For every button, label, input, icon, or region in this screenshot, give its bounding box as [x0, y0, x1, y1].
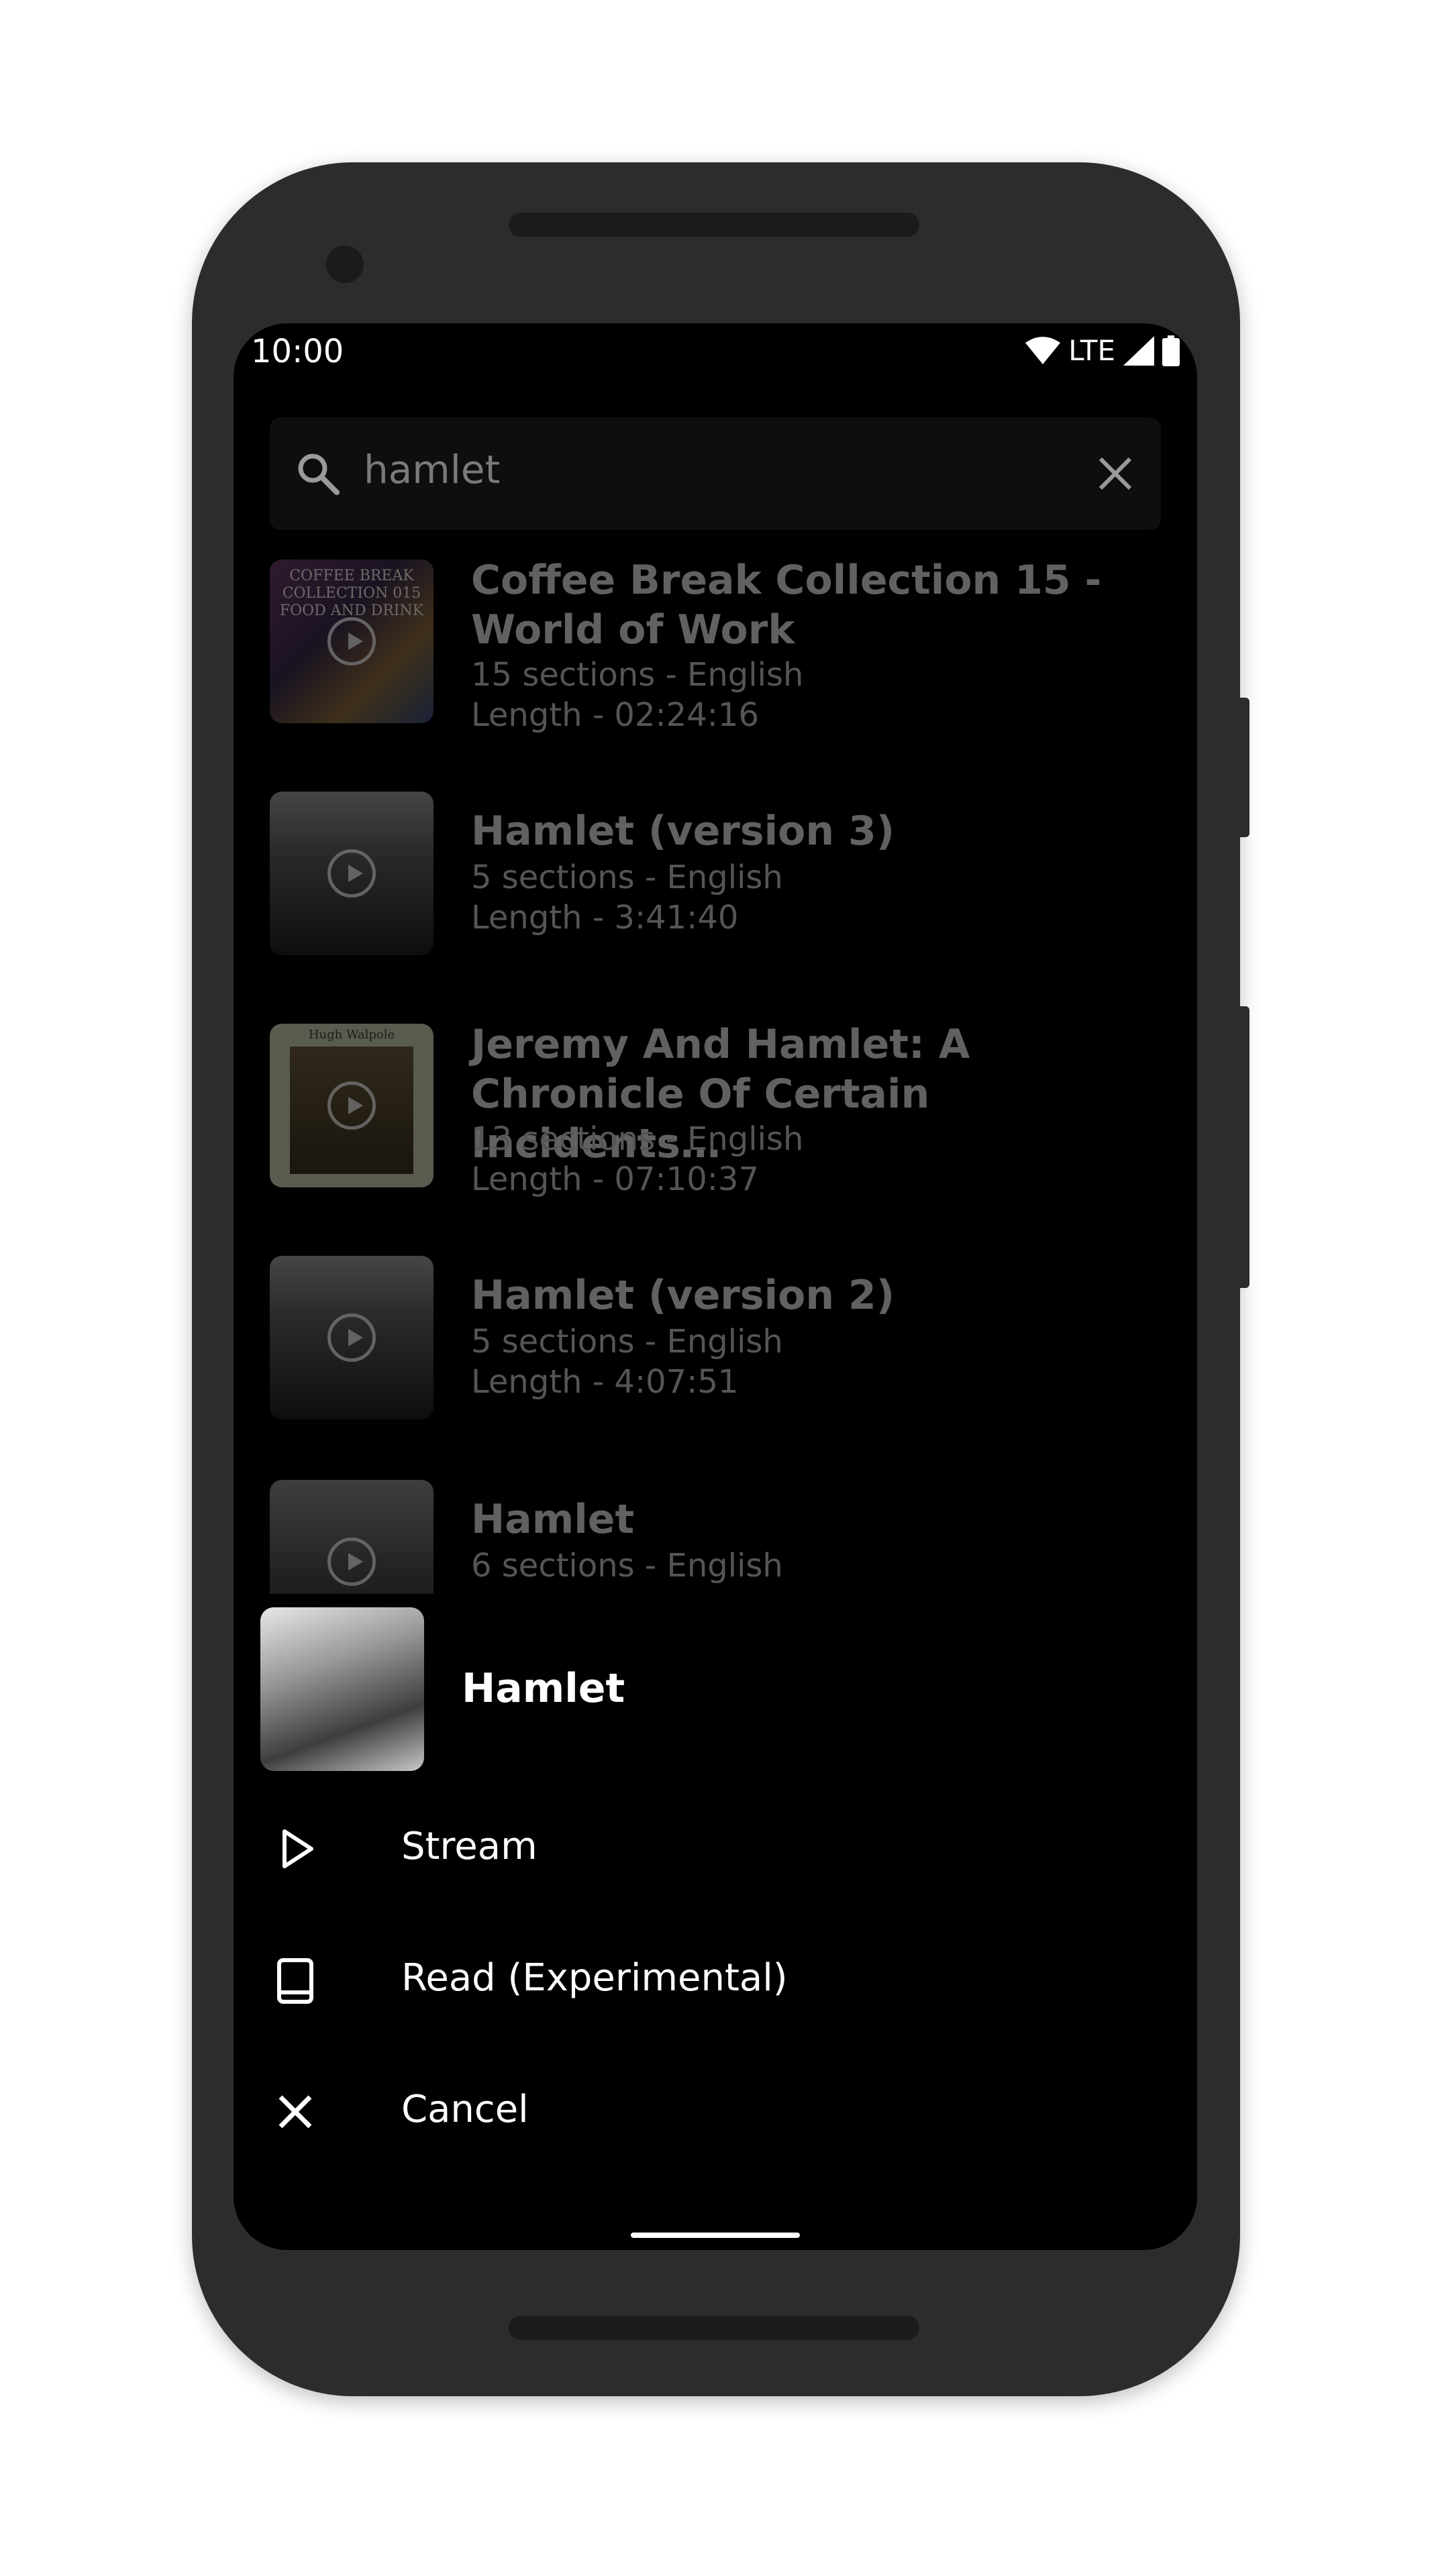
search-icon [298, 453, 340, 495]
status-bar: 10:00 LTE [234, 323, 1197, 377]
play-outline-icon [283, 1829, 313, 1868]
search-input[interactable]: hamlet [364, 447, 500, 492]
sheet-cover-thumbnail [260, 1607, 424, 1771]
clear-search-icon[interactable] [1094, 452, 1137, 495]
item-sections: 13 sections - English [471, 1120, 804, 1158]
battery-icon [1162, 335, 1180, 366]
volume-button [1239, 1006, 1249, 1288]
item-title: Hamlet (version 3) [471, 808, 895, 855]
read-label: Read (Experimental) [401, 1956, 788, 2000]
search-bar[interactable]: hamlet [270, 417, 1161, 530]
item-title: Hamlet (version 2) [471, 1272, 895, 1319]
item-title: Hamlet [471, 1496, 635, 1543]
item-length: Length - 07:10:37 [471, 1161, 759, 1198]
read-option[interactable]: Read (Experimental) [234, 1920, 1197, 2041]
cover-thumbnail: COFFEE BREAK COLLECTION 015 FOOD AND DRI… [270, 559, 433, 723]
play-overlay-icon [327, 1081, 376, 1130]
stream-option[interactable]: Stream [234, 1788, 1197, 1909]
item-title-line2: World of Work [471, 606, 795, 653]
item-title-line1: Jeremy And Hamlet: A [471, 1021, 970, 1068]
signal-icon [1123, 335, 1154, 366]
status-icons: LTE [1025, 334, 1180, 367]
wifi-icon [1025, 336, 1061, 364]
sheet-title: Hamlet [462, 1665, 625, 1712]
item-title: Coffee Break Collection 15 - World of Wo… [471, 555, 1169, 655]
item-sections: 5 sections - English [471, 1323, 783, 1360]
play-overlay-icon [327, 617, 376, 665]
results-list: COFFEE BREAK COLLECTION 015 FOOD AND DRI… [234, 545, 1197, 1594]
status-time: 10:00 [251, 333, 344, 370]
earpiece-speaker [509, 213, 919, 237]
item-sections: 5 sections - English [471, 859, 783, 896]
cancel-label: Cancel [401, 2088, 529, 2131]
bottom-sheet: Hamlet Stream Read (Experimental) Cancel [234, 1594, 1197, 2250]
cover-thumbnail [270, 792, 433, 955]
front-camera [326, 246, 364, 283]
item-title-line1: Coffee Break Collection 15 - [471, 557, 1102, 604]
cover-text: COFFEE BREAK COLLECTION 015 FOOD AND DRI… [279, 568, 424, 619]
home-indicator[interactable] [631, 2233, 800, 2238]
close-icon [278, 2095, 312, 2129]
play-overlay-icon [327, 1313, 376, 1362]
cancel-option[interactable]: Cancel [234, 2051, 1197, 2172]
stream-label: Stream [401, 1825, 538, 1868]
cover-thumbnail [270, 1480, 433, 1594]
cover-text: Hugh Walpole [308, 1028, 395, 1042]
item-length: Length - 02:24:16 [471, 696, 759, 734]
item-length: Length - 4:07:51 [471, 1363, 739, 1401]
bottom-speaker [509, 2316, 919, 2340]
play-overlay-icon [327, 849, 376, 898]
item-sections: 15 sections - English [471, 656, 804, 694]
item-length: Length - 3:41:40 [471, 899, 739, 936]
item-sections: 6 sections - English [471, 1547, 783, 1585]
app-screen: 10:00 LTE hamlet COFFEE BREAK COLLECTION… [234, 323, 1197, 2250]
cover-thumbnail: Hugh Walpole [270, 1024, 433, 1187]
book-icon [277, 1958, 313, 2004]
power-button [1239, 698, 1249, 837]
play-overlay-icon [327, 1538, 376, 1586]
cover-thumbnail [270, 1256, 433, 1419]
network-type: LTE [1068, 334, 1115, 367]
